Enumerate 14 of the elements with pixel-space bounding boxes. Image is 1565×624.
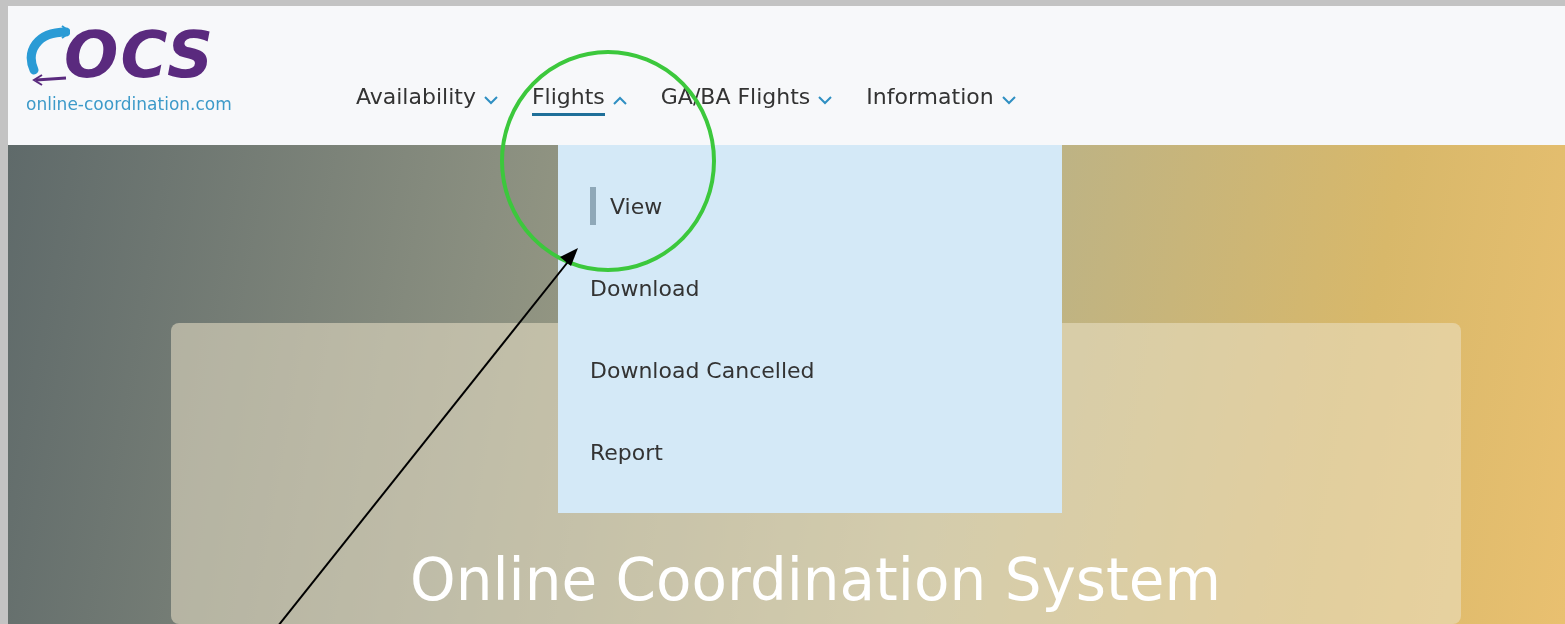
chevron-down-icon — [1001, 95, 1016, 105]
nav-menu-item[interactable]: Information — [866, 84, 1016, 116]
dropdown-item[interactable]: Report — [558, 411, 1062, 493]
logo-wordmark: OCS — [64, 23, 216, 87]
dropdown-item[interactable]: Download — [558, 247, 1062, 329]
chevron-up-icon — [612, 95, 627, 105]
logo-domain: online-coordination.com — [26, 94, 232, 114]
chevron-down-icon — [483, 95, 498, 105]
chevron-down-icon — [818, 95, 833, 105]
dropdown-item[interactable]: Download Cancelled — [558, 329, 1062, 411]
hero-title: Online Coordination System — [410, 546, 1221, 614]
nav-menu-item[interactable]: Availability — [356, 84, 498, 116]
nav-menu-item[interactable]: Flights — [531, 84, 627, 116]
dropdown-item[interactable]: View — [558, 165, 1062, 247]
